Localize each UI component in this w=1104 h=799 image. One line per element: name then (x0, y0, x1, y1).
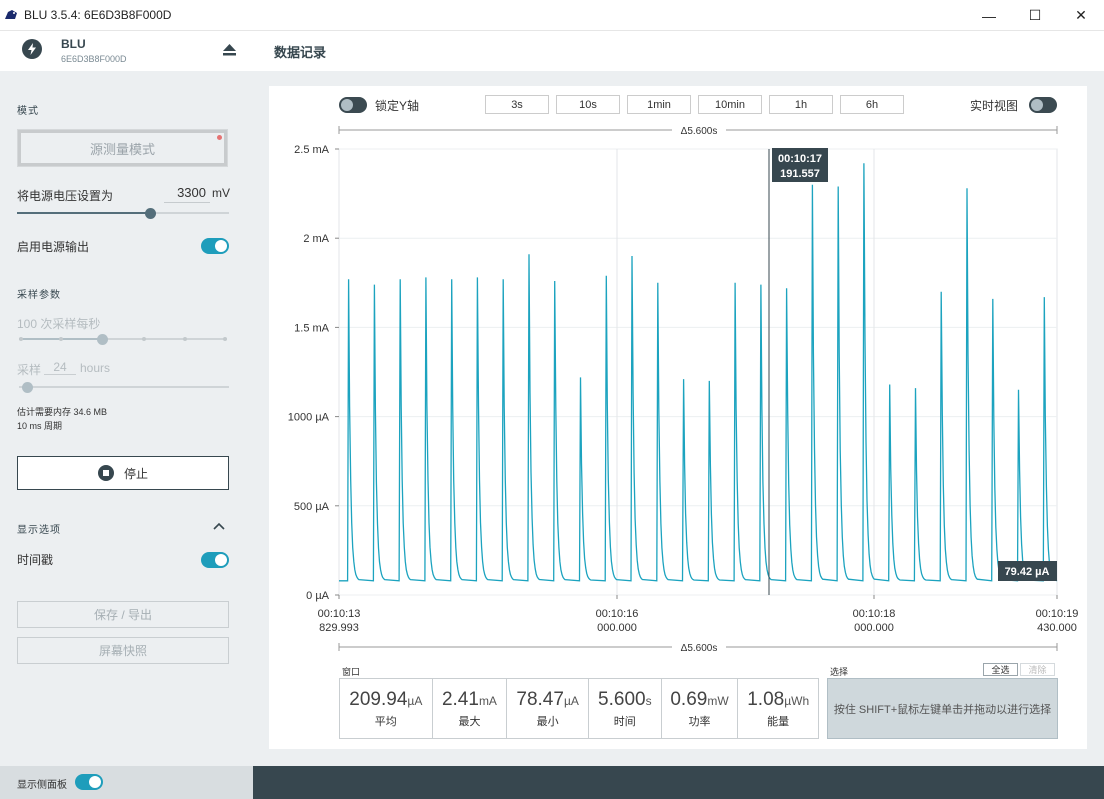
selection-label: 选择 (830, 667, 849, 677)
x-tick-label-sub: 829.993 (319, 622, 359, 634)
power-output-toggle[interactable] (201, 238, 229, 254)
lock-y-toggle[interactable] (339, 97, 367, 113)
lightning-icon (22, 39, 42, 59)
lock-y-label: 锁定Y轴 (375, 99, 420, 113)
stat-max: 2.41mA 最大 (433, 679, 508, 738)
cursor-time: 00:10:17 (778, 153, 822, 165)
window-3s-button[interactable]: 3s (485, 95, 549, 114)
end-value-label: 79.42 µA (1005, 566, 1050, 578)
sample-rate-text: 100 次采样每秒 (17, 317, 101, 331)
main-header: 数据记录 (253, 31, 1104, 71)
window-stats-label: 窗口 (342, 667, 361, 677)
x-tick-label: 00:10:18 (853, 608, 896, 620)
show-sidebar-label: 显示侧面板 (17, 780, 67, 791)
realtime-label: 实时视图 (970, 99, 1019, 113)
stat-energy: 1.08µWh 能量 (747, 688, 810, 728)
voltage-input[interactable]: 3300 (164, 185, 210, 203)
x-tick-label: 00:10:13 (318, 608, 361, 620)
sample-label: 采样 (17, 363, 42, 377)
stat-average: 209.94µA 平均 (340, 679, 433, 738)
window-stats: 209.94µA 平均 2.41mA 最大 78.47µA 最小 5.600s … (339, 678, 819, 739)
y-tick-label: 2.5 mA (294, 144, 330, 156)
x-tick-label-sub: 000.000 (597, 622, 637, 634)
minimize-button[interactable]: — (966, 0, 1012, 31)
y-tick-label: 500 µA (294, 501, 330, 513)
sampling-section-label: 采样参数 (17, 290, 61, 301)
sample-rate-slider[interactable] (19, 333, 227, 345)
delta-label: Δ5.600s (681, 126, 718, 137)
window-1h-button[interactable]: 1h (769, 95, 833, 114)
y-tick-label: 1.5 mA (294, 322, 330, 334)
window-6h-button[interactable]: 6h (840, 95, 904, 114)
show-sidebar-toggle[interactable] (75, 774, 103, 790)
x-tick-label: 00:10:16 (596, 608, 639, 620)
window-title: BLU 3.5.4: 6E6D3B8F000D (24, 8, 172, 22)
device-name: BLU (61, 37, 86, 51)
selection-hint-box[interactable]: 按住 SHIFT+鼠标左键单击并拖动以进行选择 (827, 678, 1058, 739)
select-all-button[interactable]: 全选 (983, 663, 1018, 676)
x-tick-label-sub: 430.000 (1037, 622, 1077, 634)
voltage-slider[interactable] (17, 207, 229, 219)
current-trace (339, 163, 1058, 582)
sample-duration-handle[interactable] (22, 381, 33, 393)
cursor-value: 191.557 (780, 168, 820, 180)
delta-label: Δ5.600s (681, 643, 718, 654)
voltage-slider-handle[interactable] (145, 207, 157, 219)
page-title: 数据记录 (274, 45, 327, 60)
memory-estimate: 估计需要内存 34.6 MB (17, 407, 108, 417)
realtime-toggle[interactable] (1029, 97, 1057, 113)
x-tick-label-sub: 000.000 (854, 622, 894, 634)
stat-min: 78.47µA 最小 (507, 679, 589, 738)
chevron-up-icon[interactable] (213, 522, 225, 530)
status-bar (253, 766, 1104, 799)
sidebar: BLU 6E6D3B8F000D 模式 源测量模式 将电源电压设置为 3300 … (0, 31, 253, 766)
clear-button[interactable]: 清除 (1020, 663, 1055, 676)
window-10min-button[interactable]: 10min (698, 95, 762, 114)
y-tick-label: 2 mA (303, 233, 329, 245)
timestamp-label: 时间戳 (17, 553, 54, 567)
window-1min-button[interactable]: 1min (627, 95, 691, 114)
maximize-button[interactable]: ☐ (1012, 0, 1058, 31)
device-serial: 6E6D3B8F000D (61, 54, 127, 64)
timestamp-toggle[interactable] (201, 552, 229, 568)
stop-button-label: 停止 (123, 466, 148, 481)
device-header: BLU 6E6D3B8F000D (0, 31, 253, 71)
stop-icon (97, 465, 114, 481)
save-export-button[interactable]: 保存 / 导出 (17, 601, 229, 628)
sidebar-footer: 显示侧面板 (0, 766, 253, 799)
title-bar: BLU 3.5.4: 6E6D3B8F000D — ☐ ✕ (0, 0, 1104, 31)
stop-button[interactable]: 停止 (17, 456, 229, 490)
sample-unit: hours (80, 361, 111, 375)
source-meter-mode-button[interactable]: 源测量模式 (17, 129, 228, 167)
window-10s-button[interactable]: 10s (556, 95, 620, 114)
power-output-label: 启用电源输出 (17, 240, 90, 254)
period-text: 10 ms 周期 (17, 421, 63, 431)
close-button[interactable]: ✕ (1058, 0, 1104, 31)
sample-duration-input[interactable]: 24 (44, 360, 76, 375)
voltage-unit: mV (212, 186, 230, 200)
current-chart[interactable]: 2.5 mA 2 mA 1.5 mA 1000 µA 500 µA 0 µA 00:10:… (269, 118, 1087, 663)
stat-time: 5.600s 时间 (589, 679, 662, 738)
app-icon (5, 10, 17, 19)
sample-rate-handle[interactable] (97, 333, 108, 345)
y-tick-label: 0 µA (306, 590, 330, 602)
y-tick-label: 1000 µA (288, 412, 330, 424)
display-options-label: 显示选项 (17, 525, 61, 536)
mode-section-label: 模式 (17, 106, 39, 117)
status-dot (217, 135, 222, 140)
screenshot-button[interactable]: 屏幕快照 (17, 637, 229, 664)
plot-frame (338, 148, 1058, 596)
stat-power: 0.69mW 功率 (662, 679, 739, 738)
mode-button-label: 源测量模式 (89, 141, 155, 157)
x-tick-label: 00:10:19 (1036, 608, 1079, 620)
voltage-label: 将电源电压设置为 (17, 189, 114, 203)
eject-icon[interactable] (222, 43, 237, 57)
sample-duration-slider[interactable] (19, 381, 229, 393)
